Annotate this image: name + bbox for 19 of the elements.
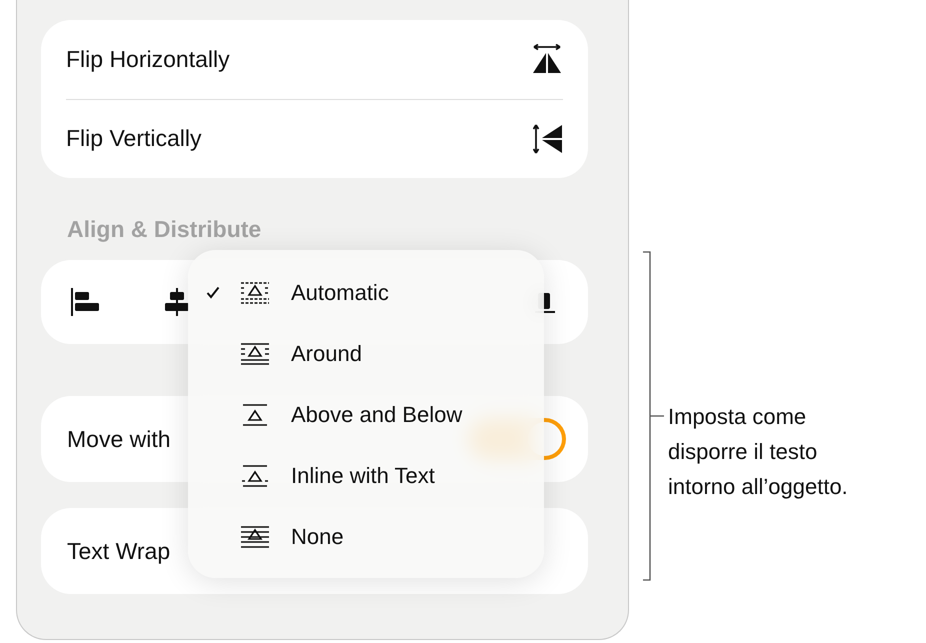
section-title: Align & Distribute — [67, 216, 262, 244]
callout-text: Imposta come disporre il testo intorno all’oggetto. — [668, 403, 849, 502]
text-wrap-icon — [240, 280, 270, 304]
flip-option[interactable]: Flip Horizontally — [66, 20, 563, 98]
menu-item[interactable]: Automatic — [188, 262, 544, 323]
flip-horizontal-icon — [531, 44, 563, 74]
menu-item[interactable]: None — [188, 506, 544, 567]
align-center-icon — [164, 287, 190, 317]
menu-item[interactable]: Inline with Text — [188, 445, 544, 506]
flip-option[interactable]: Flip Vertically — [66, 100, 563, 178]
flip-vertical-icon — [533, 122, 563, 155]
move-with-text-label: Move with — [67, 426, 171, 452]
menu-item[interactable]: Around — [188, 323, 544, 384]
text-wrap-icon — [240, 464, 270, 488]
text-wrap-icon — [240, 342, 270, 366]
text-wrap-label: Text Wrap — [67, 538, 170, 564]
text-wrap-icon — [240, 524, 270, 548]
text-wrap-icon — [240, 402, 270, 426]
menu-item[interactable]: Above and Below — [188, 384, 544, 445]
